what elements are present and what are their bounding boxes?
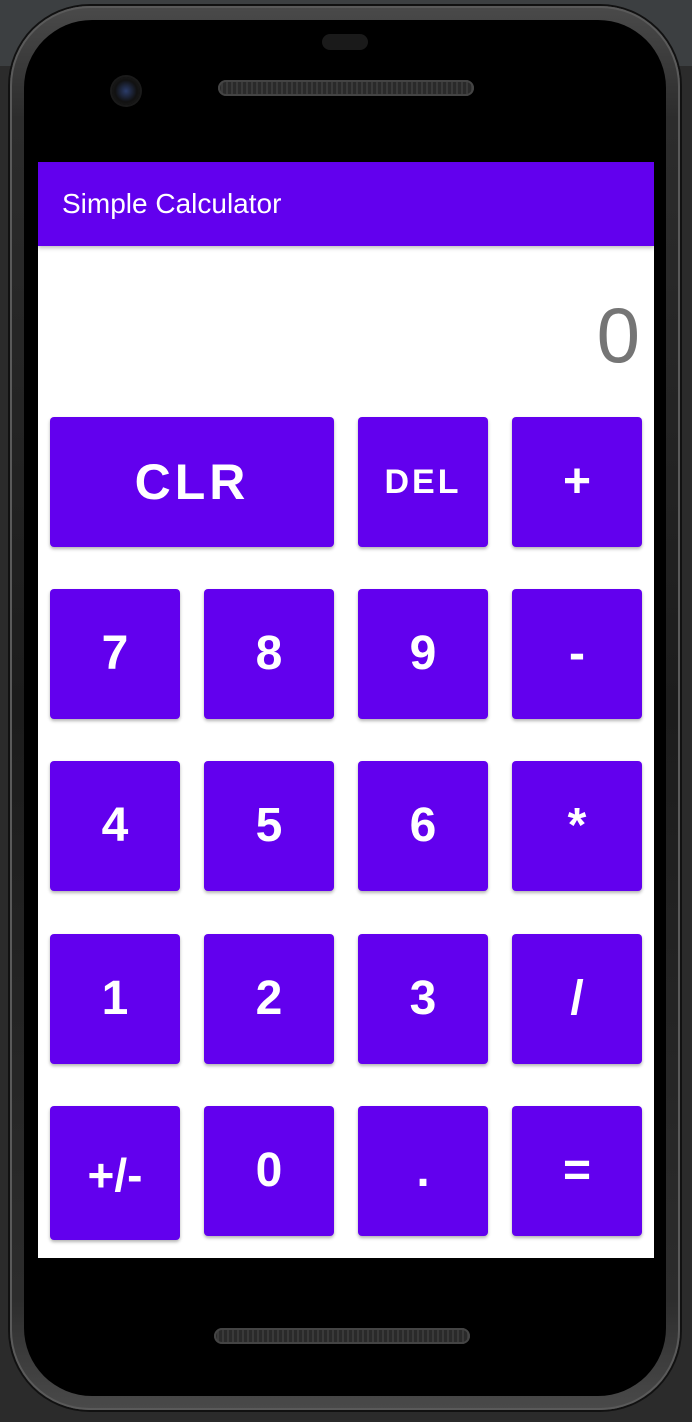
app-bar: Simple Calculator bbox=[38, 162, 654, 246]
decimal-button[interactable]: . bbox=[358, 1106, 488, 1236]
digit-4-button[interactable]: 4 bbox=[50, 761, 180, 891]
equals-button[interactable]: = bbox=[512, 1106, 642, 1236]
digit-2-button[interactable]: 2 bbox=[204, 934, 334, 1064]
clear-button[interactable]: CLR bbox=[50, 417, 334, 547]
multiply-button[interactable]: * bbox=[512, 761, 642, 891]
camera-icon bbox=[112, 77, 140, 105]
digit-6-button[interactable]: 6 bbox=[358, 761, 488, 891]
app-title: Simple Calculator bbox=[62, 188, 282, 219]
subtract-button[interactable]: - bbox=[512, 589, 642, 719]
result-display: 0 bbox=[596, 291, 640, 379]
digit-3-button[interactable]: 3 bbox=[358, 934, 488, 1064]
top-sensor bbox=[322, 34, 368, 50]
digit-7-button[interactable]: 7 bbox=[50, 589, 180, 719]
digit-9-button[interactable]: 9 bbox=[358, 589, 488, 719]
digit-8-button[interactable]: 8 bbox=[204, 589, 334, 719]
phone-screen: Simple Calculator 0 CLR DEL + 7 8 9 - 4 … bbox=[38, 162, 654, 1258]
add-button[interactable]: + bbox=[512, 417, 642, 547]
bottom-speaker-grille bbox=[214, 1328, 470, 1344]
top-speaker-grille bbox=[218, 80, 474, 96]
digit-1-button[interactable]: 1 bbox=[50, 934, 180, 1064]
divide-button[interactable]: / bbox=[512, 934, 642, 1064]
digit-5-button[interactable]: 5 bbox=[204, 761, 334, 891]
digit-0-button[interactable]: 0 bbox=[204, 1106, 334, 1236]
plus-minus-label: +/- bbox=[87, 1149, 143, 1201]
plus-minus-button[interactable]: +/- bbox=[50, 1106, 180, 1240]
delete-button[interactable]: DEL bbox=[358, 417, 488, 547]
